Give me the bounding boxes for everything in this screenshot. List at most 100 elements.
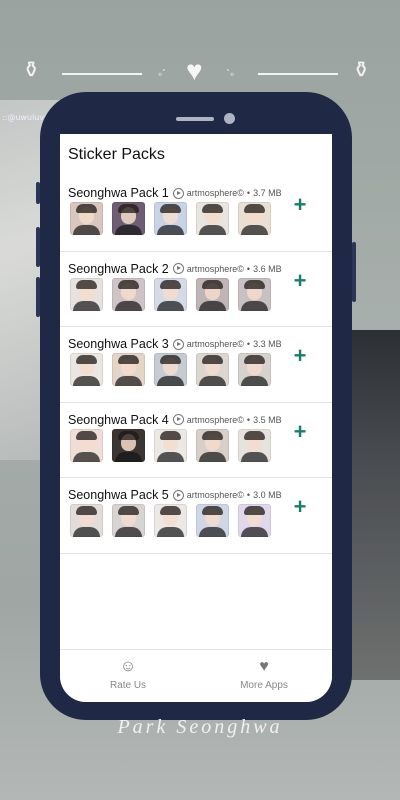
animated-icon	[172, 338, 184, 350]
animated-icon	[172, 263, 184, 274]
pack-author: artmosphere©	[186, 339, 244, 349]
sticker-thumbnail	[154, 277, 187, 311]
sticker-thumbnail	[70, 504, 103, 537]
rate-us-button[interactable]: ☺ Rate Us	[60, 650, 196, 702]
sticker-pack-row[interactable]: Seonghwa Pack 2 artmosphere© • 3.6 MB +	[60, 252, 332, 327]
sticker-thumbnail	[238, 428, 271, 462]
animated-icon	[172, 489, 184, 501]
sticker-thumbnail	[70, 277, 103, 311]
sticker-thumbnail	[238, 202, 271, 235]
bottle-icon: ⚱	[22, 57, 41, 82]
sticker-thumbnails	[70, 277, 271, 311]
side-button	[352, 242, 356, 302]
pack-name: Seonghwa Pack 2	[68, 261, 169, 276]
sticker-figure	[199, 451, 226, 462]
heart-icon: ♥	[186, 55, 203, 86]
sticker-figure	[199, 225, 226, 235]
sticker-figure	[157, 225, 184, 235]
pack-name: Seonghwa Pack 4	[68, 412, 169, 427]
sticker-thumbnails	[70, 504, 271, 537]
pack-size: 3.5 MB	[253, 414, 282, 425]
sticker-thumbnail	[238, 353, 271, 386]
smiley-icon: ☺	[119, 658, 137, 675]
phone-notch	[130, 92, 262, 134]
animated-icon	[172, 414, 184, 425]
divider	[62, 73, 142, 75]
sticker-thumbnails	[70, 353, 271, 386]
sticker-figure	[73, 376, 100, 386]
pack-size: 3.7 MB	[253, 188, 282, 198]
add-pack-button[interactable]: +	[290, 496, 310, 518]
sticker-figure	[73, 527, 100, 537]
sticker-thumbnail	[196, 504, 229, 537]
sticker-thumbnail	[112, 428, 145, 462]
sticker-figure	[73, 225, 100, 235]
pack-separator: •	[246, 188, 251, 198]
nav-label: Rate Us	[109, 680, 147, 691]
sticker-figure	[115, 300, 142, 311]
pack-size: 3.6 MB	[253, 263, 282, 274]
side-button	[36, 227, 40, 267]
sticker-figure	[241, 376, 268, 386]
sticker-figure	[241, 527, 268, 537]
pack-separator: •	[246, 263, 251, 274]
divider	[258, 73, 338, 75]
app-screen: Sticker Packs Seonghwa Pack 1 artmospher…	[60, 134, 332, 702]
pack-size: 3.0 MB	[253, 490, 282, 500]
pack-author: artmosphere©	[186, 414, 244, 425]
sticker-thumbnail	[196, 353, 229, 386]
sticker-figure	[241, 300, 268, 311]
caption: Park Seonghwa	[117, 716, 283, 738]
sticker-figure	[115, 527, 142, 537]
sticker-figure	[199, 376, 226, 386]
sticker-figure	[157, 300, 184, 311]
add-pack-button[interactable]: +	[290, 345, 310, 367]
page-title: Sticker Packs	[68, 146, 165, 163]
sticker-thumbnail	[238, 504, 271, 537]
sticker-thumbnail	[154, 353, 187, 386]
front-camera	[224, 113, 235, 124]
pack-separator: •	[246, 490, 251, 500]
sticker-pack-row[interactable]: Seonghwa Pack 5 artmosphere© • 3.0 MB +	[60, 478, 332, 554]
add-pack-button[interactable]: +	[290, 420, 310, 443]
sticker-figure	[115, 376, 142, 386]
sticker-thumbnail	[70, 428, 103, 462]
sticker-thumbnail	[112, 277, 145, 311]
sticker-pack-row[interactable]: Seonghwa Pack 1 artmosphere© • 3.7 MB +	[60, 176, 332, 252]
pack-name: Seonghwa Pack 3	[68, 337, 169, 351]
sticker-thumbnail	[112, 202, 145, 235]
sticker-thumbnail	[112, 504, 145, 537]
sparkle-icon: `◦	[226, 67, 235, 81]
sticker-thumbnail	[154, 504, 187, 537]
sticker-thumbnail	[70, 353, 103, 386]
sticker-figure	[241, 225, 268, 235]
sticker-figure	[73, 451, 100, 462]
sticker-figure	[157, 527, 184, 537]
sticker-figure	[157, 451, 184, 462]
sticker-thumbnail	[238, 277, 271, 311]
sticker-thumbnail	[154, 428, 187, 462]
bottom-navigation: ☺ Rate Us ♥ More Apps	[60, 649, 332, 702]
more-apps-button[interactable]: ♥ More Apps	[196, 650, 332, 702]
phone-frame: Sticker Packs Seonghwa Pack 1 artmospher…	[36, 92, 356, 720]
pack-separator: •	[246, 414, 251, 425]
pack-separator: •	[246, 339, 251, 349]
pack-author: artmosphere©	[186, 490, 244, 500]
add-pack-button[interactable]: +	[290, 269, 310, 292]
sticker-thumbnails	[70, 428, 271, 462]
add-pack-button[interactable]: +	[290, 194, 310, 216]
pack-author: artmosphere©	[186, 263, 244, 274]
sticker-figure	[73, 300, 100, 311]
sticker-pack-row[interactable]: Seonghwa Pack 4 artmosphere© • 3.5 MB +	[60, 403, 332, 478]
sticker-pack-row[interactable]: Seonghwa Pack 3 artmosphere© • 3.3 MB +	[60, 327, 332, 403]
decorative-banner: ⚱ ◦´ ♥ `◦ ⚱	[0, 55, 400, 95]
side-button	[36, 277, 40, 317]
sticker-figure	[241, 451, 268, 462]
sticker-figure	[157, 376, 184, 386]
sticker-thumbnail	[196, 428, 229, 462]
bottle-icon: ⚱	[352, 57, 371, 82]
heart-icon: ♥	[259, 658, 269, 675]
sticker-thumbnail	[70, 202, 103, 235]
caption-text: Park Seonghwa	[0, 716, 400, 739]
sticker-thumbnail	[196, 202, 229, 235]
